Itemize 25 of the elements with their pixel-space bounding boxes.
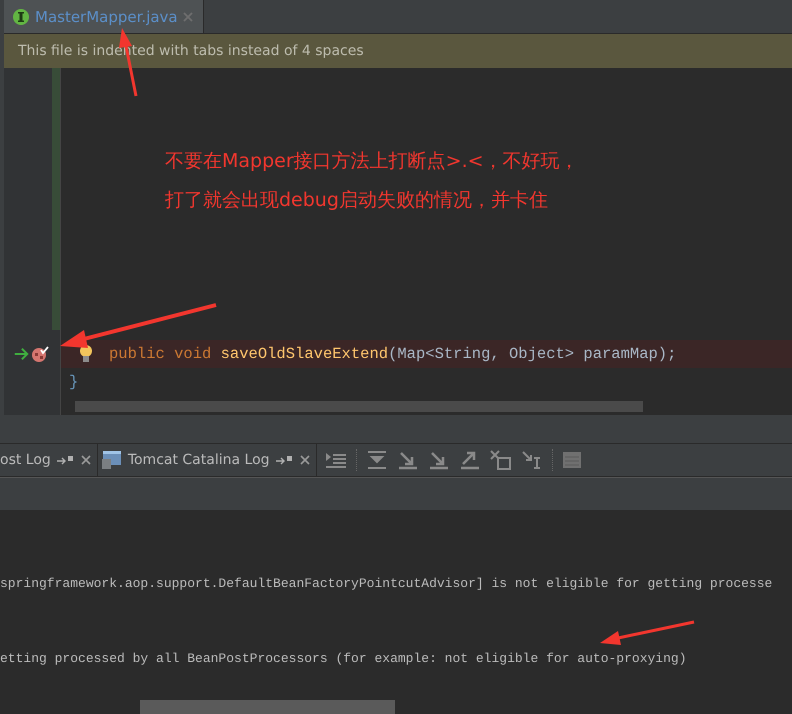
scroll-to-end-icon[interactable]: [366, 450, 388, 470]
down-right-arrow-icon[interactable]: [396, 450, 419, 470]
execution-arrow-icon: [13, 346, 29, 362]
close-icon[interactable]: [80, 455, 91, 465]
annotation-text: 打了就会出现debug启动失败的情况，并卡住: [165, 188, 549, 213]
code-text: public void saveOldSlaveExtend(Map<String, Object> paramMap);: [109, 345, 676, 363]
layout-icon[interactable]: [562, 450, 582, 470]
up-right-arrow-icon[interactable]: [458, 450, 481, 470]
close-icon[interactable]: [300, 455, 310, 465]
pin-icon[interactable]: [276, 455, 294, 465]
code-text: }: [69, 373, 78, 391]
scrollbar-thumb[interactable]: [75, 401, 643, 412]
annotation-text: 不要在Mapper接口方法上打断点>.<，不好玩，: [165, 149, 580, 174]
interface-file-icon: [12, 8, 30, 26]
console-line: etting processed by all BeanPostProcessors (for example: not eligible for auto-proxying): [0, 651, 687, 666]
clear-icon[interactable]: [490, 450, 512, 470]
cursor-arrow-icon[interactable]: [520, 450, 543, 470]
breakpoint-icon[interactable]: [31, 345, 49, 363]
log-tab[interactable]: Tomcat Catalina Log: [98, 444, 317, 476]
log-tab[interactable]: ost Log: [0, 444, 98, 476]
indent-lines-icon[interactable]: [324, 450, 347, 470]
pin-icon[interactable]: [56, 455, 75, 465]
down-right-arrow-icon[interactable]: [428, 450, 450, 470]
console-line: springframework.aop.support.DefaultBeanFactoryPointcutAdvisor] is not eligible for getting processe: [0, 576, 772, 591]
scrollbar-thumb[interactable]: [140, 700, 395, 714]
